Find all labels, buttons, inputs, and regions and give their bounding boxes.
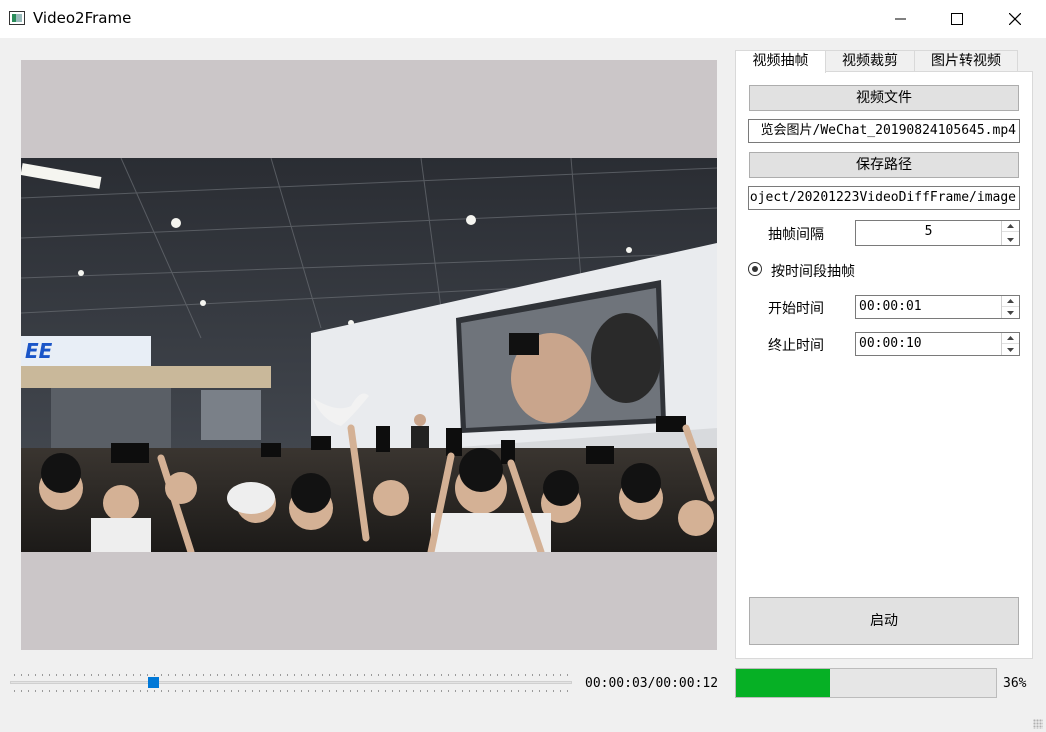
by-time-radio[interactable]: [748, 262, 762, 276]
video-file-path-input[interactable]: 览会图片/WeChat_20190824105645.mp4: [748, 119, 1020, 143]
slider-groove[interactable]: [10, 681, 572, 684]
video-frame-image: EE: [21, 158, 717, 552]
playback-slider[interactable]: [10, 672, 572, 694]
end-time-spin-arrows[interactable]: [1001, 333, 1019, 355]
progress-bar: [735, 668, 997, 698]
interval-value: 5: [924, 224, 933, 239]
progress-percent: 36%: [1003, 676, 1027, 691]
svg-text:EE: EE: [25, 339, 53, 363]
chevron-up-icon[interactable]: [1002, 333, 1019, 344]
start-time-spin-arrows[interactable]: [1001, 296, 1019, 318]
maximize-icon: [951, 13, 963, 25]
video-file-button[interactable]: 视频文件: [749, 85, 1019, 111]
tab-video-crop[interactable]: 视频裁剪: [825, 50, 915, 72]
minimize-button[interactable]: [872, 0, 930, 38]
slider-ticks-top: [14, 674, 568, 676]
chevron-down-icon[interactable]: [1002, 307, 1019, 318]
progress-fill: [736, 669, 830, 697]
chevron-up-icon[interactable]: [1002, 221, 1019, 232]
slider-handle[interactable]: [148, 677, 159, 688]
title-bar: Video2Frame: [0, 0, 1046, 38]
interval-label: 抽帧间隔: [768, 227, 824, 243]
start-time-label: 开始时间: [768, 301, 824, 317]
close-icon: [1009, 13, 1021, 25]
end-time-label: 终止时间: [768, 338, 824, 354]
tab-images-to-video[interactable]: 图片转视频: [914, 50, 1018, 72]
save-path-button[interactable]: 保存路径: [749, 152, 1019, 178]
video-display: EE: [21, 60, 717, 650]
app-icon: [9, 11, 25, 25]
resize-grip-icon[interactable]: [1033, 719, 1043, 729]
tab-video-extract[interactable]: 视频抽帧: [735, 50, 826, 73]
by-time-label: 按时间段抽帧: [771, 264, 855, 280]
chevron-down-icon[interactable]: [1002, 344, 1019, 355]
start-time-spinbox[interactable]: 00:00:01: [855, 295, 1020, 319]
slider-ticks-bottom: [14, 690, 568, 692]
interval-spin-arrows[interactable]: [1001, 221, 1019, 245]
end-time-value: 00:00:10: [859, 336, 922, 351]
minimize-icon: [895, 18, 906, 20]
close-button[interactable]: [986, 0, 1044, 38]
time-readout: 00:00:03/00:00:12: [585, 676, 719, 691]
end-time-spinbox[interactable]: 00:00:10: [855, 332, 1020, 356]
maximize-button[interactable]: [928, 0, 986, 38]
chevron-up-icon[interactable]: [1002, 296, 1019, 307]
start-button[interactable]: 启动: [749, 597, 1019, 645]
save-path-input[interactable]: oject/20201223VideoDiffFrame/image: [748, 186, 1020, 210]
interval-spinbox[interactable]: 5: [855, 220, 1020, 246]
start-time-value: 00:00:01: [859, 299, 922, 314]
window-title: Video2Frame: [33, 9, 132, 27]
chevron-down-icon[interactable]: [1002, 234, 1019, 245]
